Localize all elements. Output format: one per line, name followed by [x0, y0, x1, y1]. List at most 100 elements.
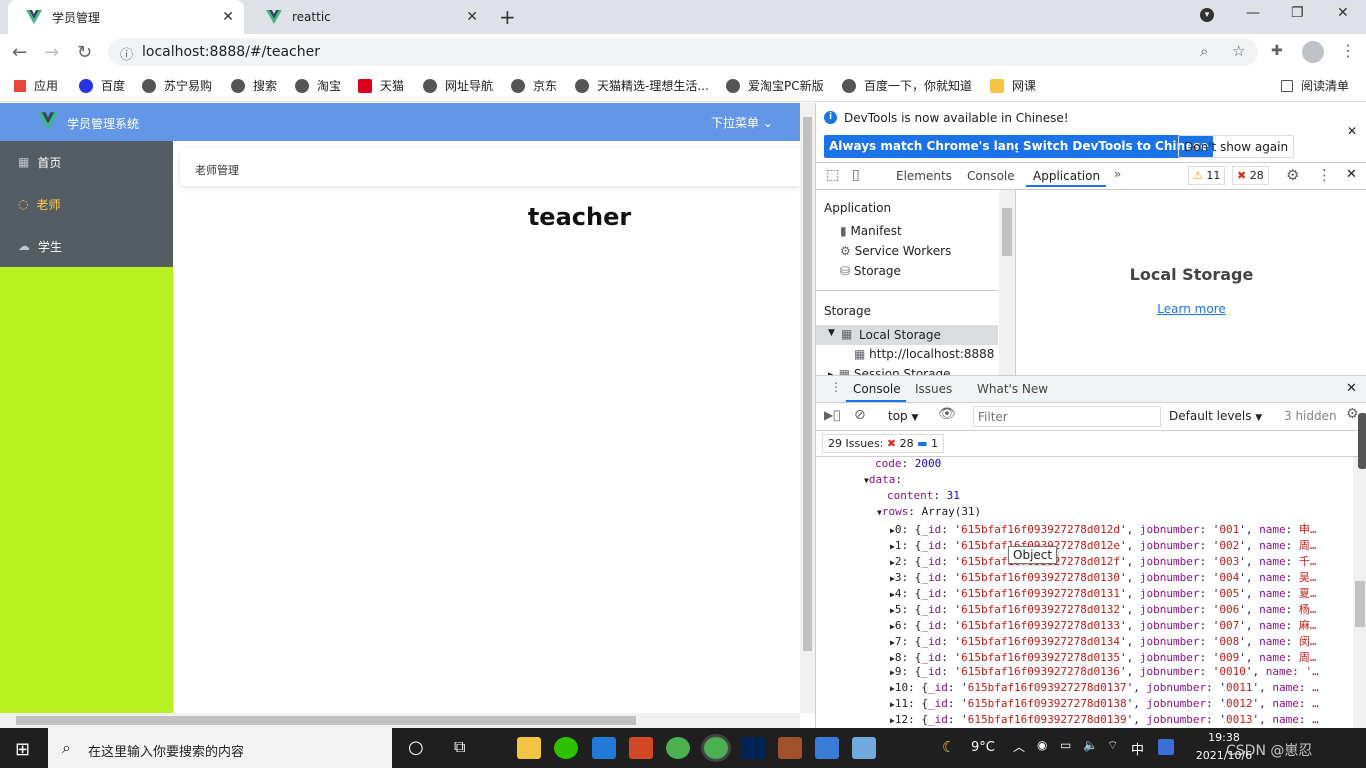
forward-arrow-icon[interactable]: →	[44, 42, 59, 63]
console-row-item[interactable]: ▶1: {_id: '615bfaf16f093927278d012e', jo…	[890, 537, 1317, 553]
scrollbar-thumb[interactable]	[1002, 208, 1012, 256]
inspect-element-icon[interactable]: ⬚	[826, 167, 839, 183]
menu-kebab-icon[interactable]: ⋮	[1340, 41, 1356, 60]
tray-chevron-icon[interactable]: ︿	[1013, 738, 1025, 755]
bookmark-item[interactable]: 百度一下，你就知道	[842, 77, 972, 94]
sidebar-item-local-storage[interactable]: ▼ ▦ Local Storage	[816, 325, 998, 345]
bookmark-apps[interactable]: 应用	[14, 77, 58, 94]
address-bar[interactable]: ⓘ localhost:8888/#/teacher ⌕ ☆	[108, 38, 1258, 66]
bookmark-item[interactable]: 天猫	[358, 77, 404, 94]
bookmark-item[interactable]: 苏宁易购	[142, 77, 212, 94]
log-levels-dropdown[interactable]: Default levels ▼	[1169, 409, 1262, 423]
close-drawer-icon[interactable]: ✕	[1346, 381, 1357, 396]
windows-start-icon[interactable]: ⊞	[15, 739, 30, 760]
scrollbar-thumb[interactable]	[803, 117, 812, 651]
bookmark-folder[interactable]: 网课	[990, 77, 1036, 94]
console-row-item[interactable]: ▶7: {_id: '615bfaf16f093927278d0134', jo…	[890, 633, 1317, 649]
bookmark-item[interactable]: 网址导航	[423, 77, 493, 94]
drawer-menu-icon[interactable]: ⋮	[830, 380, 842, 394]
zoom-icon[interactable]: ⌕	[1200, 42, 1208, 60]
ime-indicator[interactable]: 中	[1131, 739, 1144, 758]
site-info-icon[interactable]: ⓘ	[120, 44, 133, 63]
issues-counter[interactable]: 29 Issues: ✖ 28 ▬ 1	[822, 434, 945, 453]
sidebar-item-teacher[interactable]: ◌ 老师	[0, 183, 173, 225]
console-row-item[interactable]: ▶8: {_id: '615bfaf16f093927278d0135', jo…	[890, 649, 1317, 665]
console-line-rows[interactable]: ▼rows: Array(31)	[877, 505, 981, 518]
back-arrow-icon[interactable]: ←	[12, 42, 27, 63]
bookmark-item[interactable]: 淘宝	[295, 77, 341, 94]
device-toolbar-icon[interactable]: ▯	[852, 167, 860, 183]
tab-reattic[interactable]: reattic ✕	[248, 0, 488, 34]
file-explorer-icon[interactable]	[517, 737, 541, 759]
console-row-item[interactable]: ▶10: {_id: '615bfaf16f093927278d0137', j…	[890, 681, 1319, 694]
console-settings-icon[interactable]: ⚙	[1346, 406, 1359, 422]
chrome-active-icon[interactable]	[704, 737, 728, 759]
game-app-icon[interactable]	[778, 737, 802, 759]
console-row-item[interactable]: ▶2: {_id: '615bfaf16f093927278d012f', jo…	[890, 553, 1317, 569]
console-row-item[interactable]: ▶0: {_id: '615bfaf16f093927278d012d', jo…	[890, 521, 1317, 537]
close-icon[interactable]: ✕	[222, 9, 234, 25]
drawer-tab-console[interactable]: Console	[853, 382, 901, 396]
app-icon[interactable]	[815, 737, 839, 759]
console-row-item[interactable]: ▶3: {_id: '615bfaf16f093927278d0130', jo…	[890, 569, 1317, 585]
sidebar-item-service-workers[interactable]: ⚙ Service Workers	[840, 244, 951, 258]
new-tab-button[interactable]: +	[499, 5, 516, 29]
dropdown-menu[interactable]: 下拉菜单 ⌄	[711, 114, 773, 131]
security-icon[interactable]: ◉	[1037, 738, 1047, 752]
network-icon[interactable]: ⌔	[1107, 738, 1118, 753]
tab-console[interactable]: Console	[967, 169, 1015, 183]
extensions-icon[interactable]: ✚	[1271, 43, 1283, 59]
console-row-item[interactable]: ▶6: {_id: '615bfaf16f093927278d0133', jo…	[890, 617, 1317, 633]
powershell-icon[interactable]	[741, 737, 765, 759]
customize-kebab-icon[interactable]: ⋮	[1317, 166, 1332, 184]
sidebar-item-student[interactable]: ☁ 学生	[0, 225, 173, 267]
volume-icon[interactable]: 🔈	[1083, 738, 1098, 752]
bookmark-item[interactable]: 京东	[511, 77, 557, 94]
battery-icon[interactable]: ▭	[1060, 738, 1071, 752]
console-line-data[interactable]: ▼data:	[864, 473, 902, 486]
context-selector[interactable]: top ▼	[888, 409, 918, 423]
sidebar-toggle-icon[interactable]: ▶⃞	[824, 408, 840, 422]
bookmark-item[interactable]: 爱淘宝PC新版	[726, 77, 824, 94]
sidebar-item-origin[interactable]: ▦ http://localhost:8888	[854, 347, 994, 361]
taskbar-search[interactable]: ⌕ 在这里输入你要搜索的内容	[48, 728, 392, 768]
window-close-button[interactable]: ✕	[1337, 5, 1349, 21]
powerpoint-icon[interactable]	[629, 737, 653, 759]
sidebar-item-session-storage[interactable]: ▶ ▦ Session Storage	[828, 367, 950, 375]
scrollbar-thumb[interactable]	[16, 716, 636, 725]
clear-console-icon[interactable]: ⊘	[854, 407, 866, 423]
bookmark-star-icon[interactable]: ☆	[1232, 42, 1245, 60]
sidebar-item-manifest[interactable]: ▮ Manifest	[840, 224, 902, 238]
tab-elements[interactable]: Elements	[896, 169, 952, 183]
maximize-button[interactable]: ❐	[1291, 5, 1304, 21]
minimize-button[interactable]: —	[1246, 5, 1260, 21]
learn-more-link[interactable]: Learn more	[1016, 302, 1366, 316]
sidebar-scrollbar[interactable]	[999, 190, 1015, 375]
bookmark-item[interactable]: 百度	[79, 77, 125, 94]
settings-gear-icon[interactable]: ⚙	[1286, 166, 1299, 184]
close-icon[interactable]: ✕	[1347, 124, 1357, 138]
close-icon[interactable]: ✕	[466, 9, 478, 25]
console-row-item[interactable]: ▶4: {_id: '615bfaf16f093927278d0131', jo…	[890, 585, 1317, 601]
eye-icon[interactable]: 👁	[938, 406, 956, 422]
sidebar-item-storage[interactable]: ⛁ Storage	[840, 264, 901, 278]
more-tabs-icon[interactable]: »	[1114, 167, 1121, 181]
tab-search-icon[interactable]: ▾	[1200, 8, 1214, 22]
profile-avatar[interactable]	[1302, 41, 1324, 63]
sidebar-item-home[interactable]: ▦ 首页	[0, 141, 173, 183]
console-row-item[interactable]: ▶11: {_id: '615bfaf16f093927278d0138', j…	[890, 697, 1319, 710]
close-devtools-icon[interactable]: ✕	[1346, 167, 1357, 182]
console-filter-input[interactable]	[973, 406, 1161, 427]
cortana-icon[interactable]: ○	[408, 737, 424, 758]
console-row-item[interactable]: ▶5: {_id: '615bfaf16f093927278d0132', jo…	[890, 601, 1317, 617]
notes-app-icon[interactable]	[852, 737, 876, 759]
bookmark-item[interactable]: 天猫精选-理想生活...	[575, 77, 709, 94]
console-scrollbar[interactable]	[1353, 457, 1366, 728]
reading-list[interactable]: 阅读清单	[1281, 77, 1349, 94]
wechat-icon[interactable]	[554, 737, 578, 759]
drawer-tab-whats-new[interactable]: What's New	[977, 382, 1048, 396]
page-vertical-scrollbar[interactable]	[800, 103, 815, 713]
vscode-icon[interactable]	[592, 737, 616, 759]
errors-badge[interactable]: ✖ 28	[1232, 166, 1269, 185]
task-view-icon[interactable]: ⧉	[454, 737, 465, 757]
